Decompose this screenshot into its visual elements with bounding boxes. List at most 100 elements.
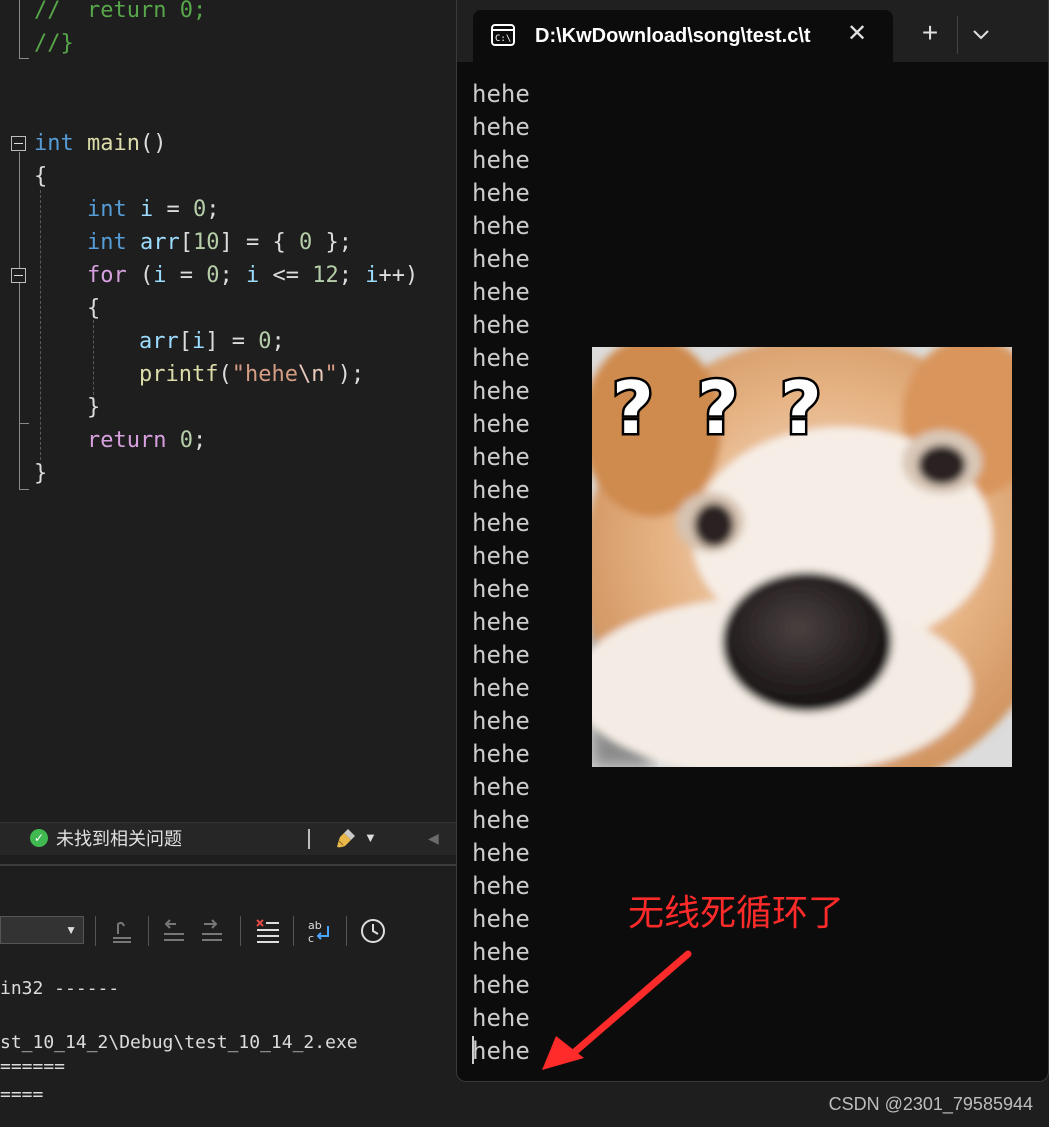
punct-token: { (34, 164, 48, 189)
terminal-tab[interactable]: C:\ D:\KwDownload\song\test.c\t ✕ (473, 10, 893, 64)
keyword-token: for (87, 263, 127, 288)
svg-text:C:\: C:\ (495, 34, 511, 44)
code-line-close-brace: } (34, 457, 47, 490)
punct-token: }; (312, 230, 352, 255)
status-separator (308, 829, 310, 849)
variable-token: i (153, 263, 167, 288)
terminal-output-line: hehe (472, 476, 530, 504)
punct-token: ; (192, 428, 207, 453)
close-icon[interactable]: ✕ (845, 19, 869, 49)
variable-token: i (365, 263, 379, 288)
terminal-output-line: hehe (472, 278, 530, 306)
punct-token: [ (178, 329, 192, 354)
main-fold-end (19, 489, 29, 490)
number-token: 0 (193, 197, 207, 222)
terminal-output-line: hehe (472, 377, 530, 405)
output-line: ====== (0, 1056, 66, 1077)
code-line-inner-open: { (87, 292, 100, 325)
code-line-comment-brace: //} (34, 27, 74, 60)
terminal-output-line: hehe (472, 575, 530, 603)
comment-token: // (34, 0, 87, 23)
code-editor[interactable]: // return 0; //} int main() { int i = 0;… (0, 0, 456, 822)
terminal-output-line: hehe (472, 641, 530, 669)
chevron-down-icon[interactable]: ▼ (364, 830, 377, 845)
variable-token: i (246, 263, 260, 288)
terminal-output-line: hehe (472, 146, 530, 174)
fold-toggle-for[interactable] (11, 268, 26, 283)
punct-token: { (87, 296, 101, 321)
terminal-output-line: hehe (472, 443, 530, 471)
question-mark: ? (780, 366, 822, 450)
collapsed-region-end (19, 58, 29, 59)
number-token: 0 (179, 428, 193, 453)
terminal-output-line: hehe (472, 80, 530, 108)
punct-token: = (153, 197, 193, 222)
punct-token: <= (259, 263, 313, 288)
terminal-output-line: hehe (472, 212, 530, 240)
code-line-printf: printf("hehe\n"); (139, 358, 364, 391)
punct-token: } (34, 461, 48, 486)
terminal-output-line: hehe (472, 179, 530, 207)
terminal-output-line: hehe (472, 1037, 530, 1065)
indent-guide (40, 190, 41, 460)
number-token: 10 (193, 230, 220, 255)
toolbar-separator (95, 916, 96, 946)
code-line-decl-i: int i = 0; (87, 193, 220, 226)
word-wrap-icon[interactable]: ab c (306, 918, 334, 944)
number-token: 0 (206, 263, 220, 288)
code-line-open-brace: { (34, 160, 47, 193)
punct-token: ] = { (219, 230, 299, 255)
issues-status[interactable]: 未找到相关问题 (56, 827, 182, 851)
terminal-output-line: hehe (472, 344, 530, 372)
number-token: 0 (298, 230, 313, 255)
terminal-output-line: hehe (472, 509, 530, 537)
indent-guide (93, 320, 94, 400)
number-token: 0 (258, 329, 272, 354)
punct-token: ); (337, 362, 365, 387)
tab-separator (957, 16, 958, 54)
clear-all-icon[interactable] (253, 918, 281, 944)
terminal-output: hehe hehe hehe hehe hehe hehe hehe hehe hehe hehe… (472, 78, 530, 1068)
code-line-decl-arr: int arr[10] = { 0 }; (87, 226, 352, 259)
terminal-output-line: hehe (472, 839, 530, 867)
terminal-output-line: hehe (472, 542, 530, 570)
collapsed-region-line (19, 0, 20, 58)
clock-icon[interactable] (360, 918, 388, 944)
variable-token: i (192, 329, 206, 354)
terminal-output-line: hehe (472, 773, 530, 801)
punct-token: = (166, 263, 207, 288)
previous-message-icon[interactable] (160, 918, 188, 944)
keyword-token: int (34, 131, 74, 156)
annotation-caption: 无线死循环了 (628, 892, 845, 933)
terminal-output-line: hehe (472, 113, 530, 141)
punct-token: ; (271, 329, 285, 354)
chevron-down-icon[interactable] (969, 22, 993, 46)
terminal-output-line: hehe (472, 674, 530, 702)
for-fold-end (19, 423, 29, 424)
terminal-output-line: hehe (472, 806, 530, 834)
punct-token: ( (218, 362, 232, 387)
output-line: st_10_14_2\Debug\test_10_14_2.exe (0, 1032, 358, 1053)
next-message-icon[interactable] (198, 918, 226, 944)
variable-token: arr (139, 329, 179, 354)
code-line-main: int main() (34, 127, 166, 160)
punct-token: ++) (378, 263, 419, 288)
code-line-for: for (i = 0; i <= 12; i++) (87, 259, 418, 292)
escape-token: \n (297, 362, 325, 387)
confused-dog-meme-image: ? ? ? (592, 347, 1012, 767)
output-source-dropdown[interactable]: ▼ (0, 916, 84, 944)
find-message-icon[interactable] (108, 918, 136, 944)
editor-status-bar: ✓ 未找到相关问题 ▼ ◀ (0, 822, 456, 855)
code-line-return: return 0; (87, 424, 206, 457)
fold-toggle-main[interactable] (11, 136, 26, 151)
keyword-token: int (87, 230, 127, 255)
comment-token: return 0; (86, 0, 207, 23)
terminal-output-line: hehe (472, 938, 530, 966)
punct-token: } (87, 395, 101, 420)
brush-icon[interactable] (334, 826, 358, 850)
new-tab-button[interactable]: + (917, 19, 943, 47)
scroll-left-icon[interactable]: ◀ (428, 830, 439, 847)
toolbar-separator (293, 916, 294, 946)
terminal-output-line: hehe (472, 740, 530, 768)
code-line-inner-close: } (87, 391, 100, 424)
